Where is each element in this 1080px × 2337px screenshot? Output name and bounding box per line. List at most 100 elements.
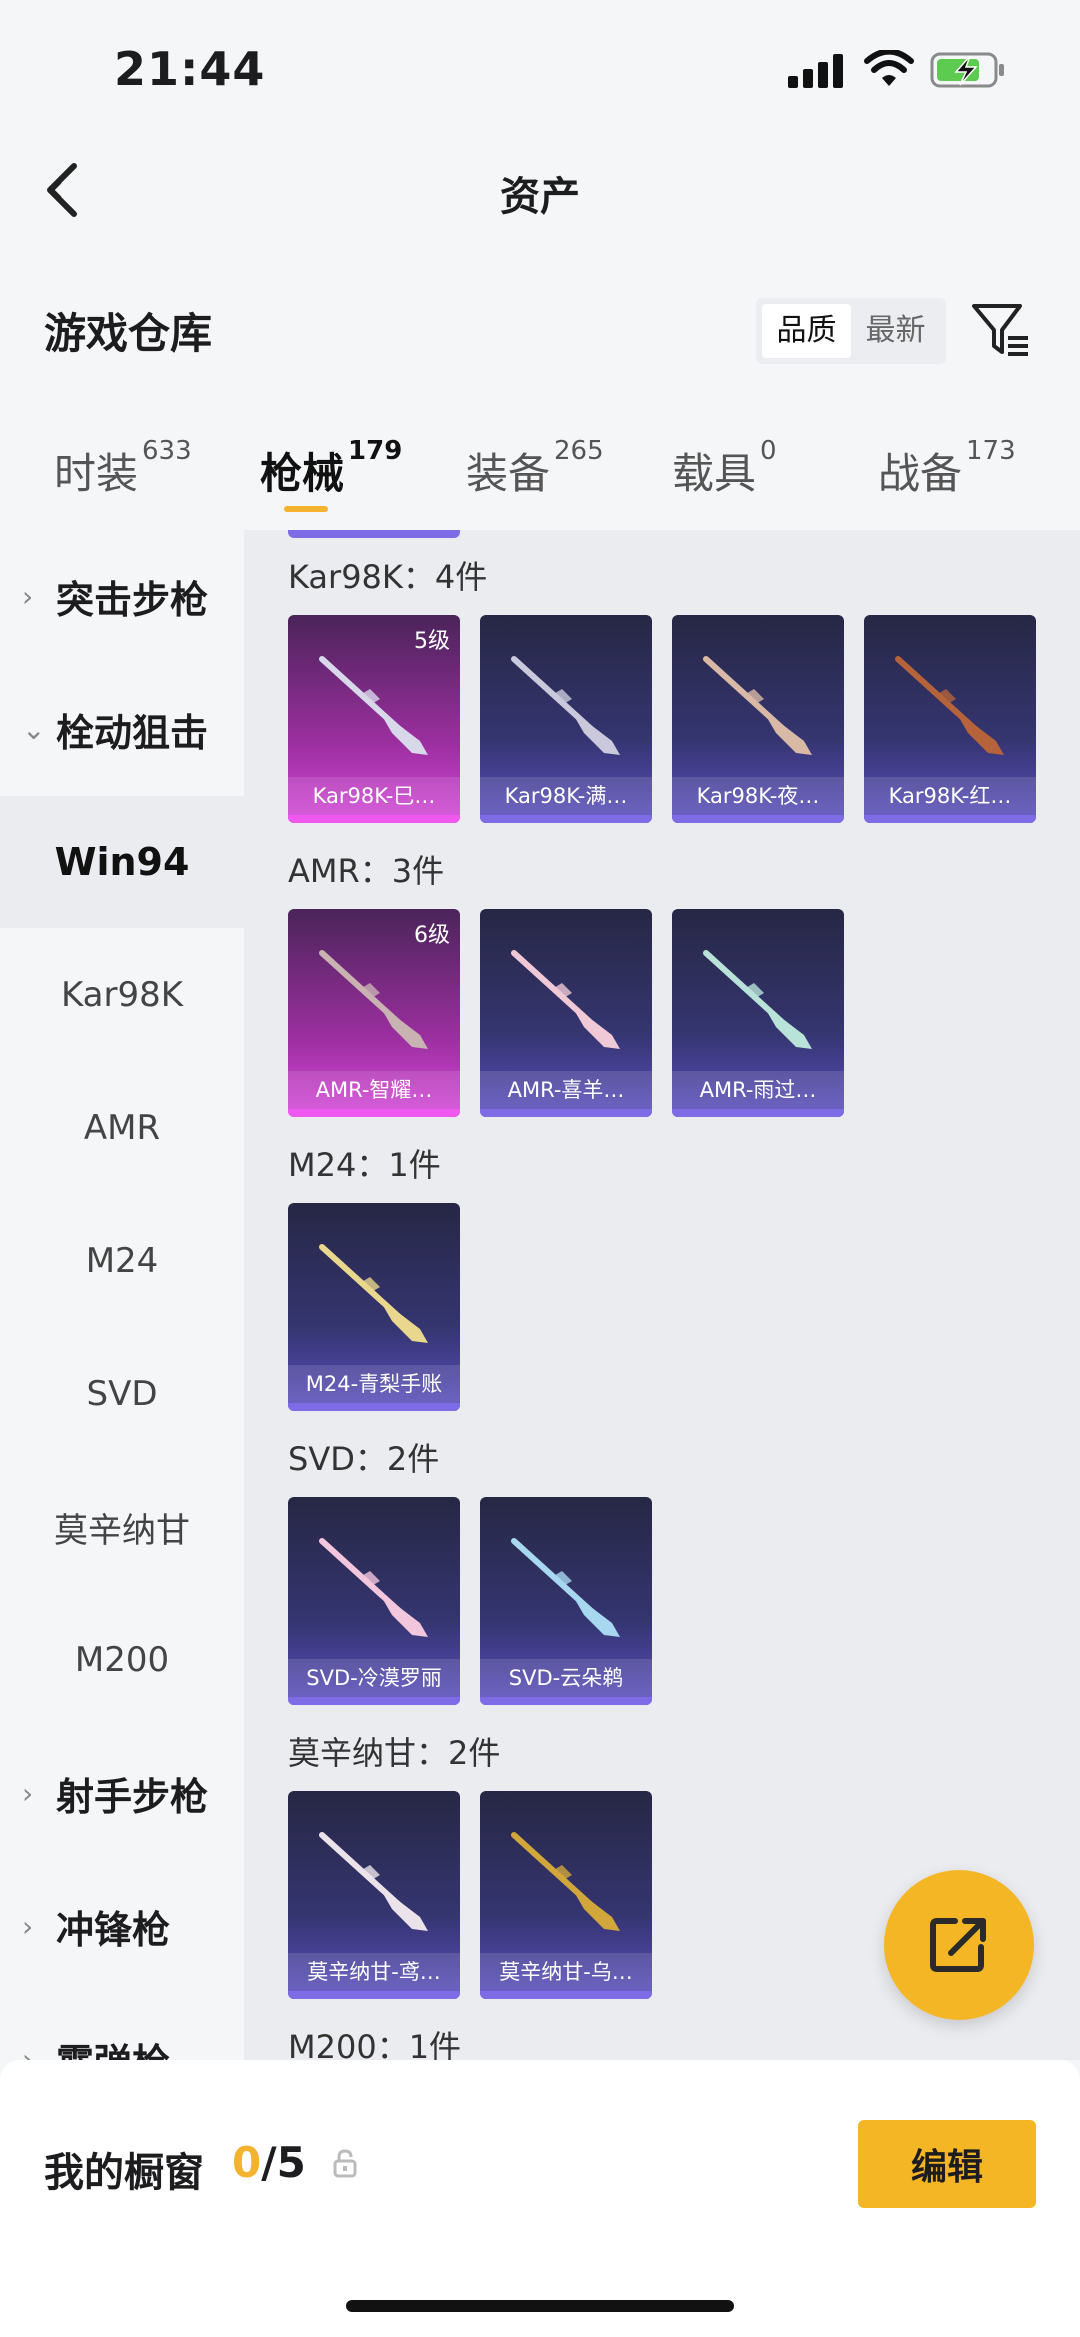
tab-combat-gear[interactable]: 战备 173 [878,436,1016,501]
sidebar-item-label: 莫辛纳甘 [54,1510,190,1551]
showcase-label: 我的橱窗 [44,2150,204,2196]
group-heading: M200：1件 [288,2028,462,2060]
sidebar-item-label: 冲锋枪 [56,1907,171,1952]
tab-label: 装备 [466,449,551,498]
skin-name: SVD-云朵鹈 [480,1659,652,1697]
sidebar-item-label: 射手步枪 [56,1774,209,1819]
rifle-icon [319,1244,428,1343]
weapon-skin-card[interactable]: AMR-喜羊… [480,909,652,1117]
skin-name: Kar98K-红… [864,777,1036,815]
tab-count: 265 [554,436,604,466]
sidebar-category[interactable]: ⌄ 栓动狙击 [0,663,244,795]
rifle-icon [319,1832,428,1931]
home-indicator [346,2300,734,2312]
tab-count: 633 [142,436,192,466]
active-tab-indicator [284,506,328,512]
tab-equipment[interactable]: 装备 265 [466,436,604,501]
rarity-bar [288,1697,460,1705]
section-title: 游戏仓库 [44,309,213,358]
sidebar-category[interactable]: › 霰弹枪 [0,1993,244,2061]
showcase-bar: 我的橱窗 0/5 编辑 [0,2060,1080,2337]
skin-name: 莫辛纳甘-鸢… [288,1953,460,1991]
sidebar-item-label: Kar98K [60,975,184,1015]
sidebar-item-label: 霰弹枪 [56,2032,170,2061]
group-heading: SVD：2件 [288,1440,440,1478]
group-heading: Kar98K：4件 [288,558,488,596]
weapon-skin-card[interactable]: Kar98K-满… [480,615,652,823]
skin-name: Kar98K-夜… [672,777,844,815]
previous-card-edge [288,530,460,538]
weapon-skin-card[interactable]: SVD-云朵鹈 [480,1497,652,1705]
weapon-skin-card[interactable]: 莫辛纳甘-鸢… [288,1791,460,1999]
sidebar-item[interactable]: 莫辛纳甘 [0,1461,244,1593]
share-button[interactable] [884,1870,1034,2020]
skin-name: Kar98K-满… [480,777,652,815]
rarity-bar [288,1991,460,1999]
share-icon [930,1918,986,1972]
sidebar-item-label: AMR [83,1108,161,1148]
sort-option-latest[interactable]: 最新 [851,304,940,358]
rifle-icon [895,656,1004,755]
rarity-bar [864,815,1036,823]
sidebar-item[interactable]: Kar98K [0,929,244,1061]
tab-label: 战备 [878,449,963,498]
status-time: 21:44 [114,42,266,96]
rarity-bar [672,815,844,823]
edit-button[interactable]: 编辑 [858,2120,1036,2208]
weapon-skin-card[interactable]: SVD-冷漠罗丽 [288,1497,460,1705]
sidebar-category[interactable]: › 射手步枪 [0,1727,244,1859]
tab-count: 173 [966,436,1016,466]
skin-name: M24-青梨手账 [288,1365,460,1403]
rifle-icon [511,1538,620,1637]
weapon-skin-card[interactable]: 6级 AMR-智耀… [288,909,460,1117]
rarity-bar [288,815,460,823]
weapon-skin-card[interactable]: AMR-雨过… [672,909,844,1117]
sort-toggle: 品质 最新 [756,298,946,364]
rarity-bar [672,1109,844,1117]
cellular-signal-icon [788,54,843,88]
skin-name: AMR-智耀… [288,1071,460,1109]
status-bar: 21:44 [0,0,1080,130]
sidebar-item[interactable]: SVD [0,1328,244,1460]
wifi-icon [864,50,914,86]
sidebar-item-label: M200 [74,1640,170,1680]
tab-label: 载具 [672,449,757,498]
sidebar-item-label: Win94 [54,840,190,884]
rifle-icon [511,656,620,755]
rifle-icon [319,656,428,755]
weapon-skin-card[interactable]: M24-青梨手账 [288,1203,460,1411]
inventory-grid: Kar98K：4件 5级 Kar98K-巳… Kar98K-满… Kar98K-夜… Ka… [244,530,1080,2060]
rifle-icon [703,950,812,1049]
tab-outfits[interactable]: 时装 633 [54,436,192,501]
group-heading: M24：1件 [288,1146,441,1184]
sidebar-category[interactable]: › 突击步枪 [0,530,244,662]
tab-label: 枪械 [260,449,345,498]
tab-label: 时装 [54,449,139,498]
sidebar-item[interactable]: M200 [0,1594,244,1726]
chevron-right-icon: › [22,1909,34,1943]
chevron-right-icon: › [22,579,34,613]
sidebar-category[interactable]: › 冲锋枪 [0,1860,244,1992]
sort-option-quality[interactable]: 品质 [762,304,851,358]
weapon-skin-card[interactable]: Kar98K-夜… [672,615,844,823]
sidebar-item[interactable]: Win94 [0,796,244,928]
showcase-total: /5 [261,2138,306,2187]
tab-vehicles[interactable]: 载具 0 [672,436,777,501]
tab-weapons[interactable]: 枪械 179 [260,436,402,501]
sidebar-item[interactable]: M24 [0,1195,244,1327]
weapon-skin-card[interactable]: 莫辛纳甘-乌… [480,1791,652,1999]
sidebar-item-label: SVD [86,1374,158,1414]
rifle-icon [703,656,812,755]
rarity-bar [480,1991,652,1999]
sidebar-item-label: 突击步枪 [56,577,209,622]
filter-icon[interactable] [970,300,1032,362]
group-heading: AMR：3件 [288,852,445,890]
weapon-skin-card[interactable]: 5级 Kar98K-巳… [288,615,460,823]
rarity-bar [480,1697,652,1705]
weapon-skin-card[interactable]: Kar98K-红… [864,615,1036,823]
sidebar-item[interactable]: AMR [0,1062,244,1194]
rarity-bar [480,1109,652,1117]
chevron-down-icon: ⌄ [22,712,46,746]
group-heading: 莫辛纳甘：2件 [288,1734,501,1772]
sidebar-item-label: M24 [85,1241,159,1281]
